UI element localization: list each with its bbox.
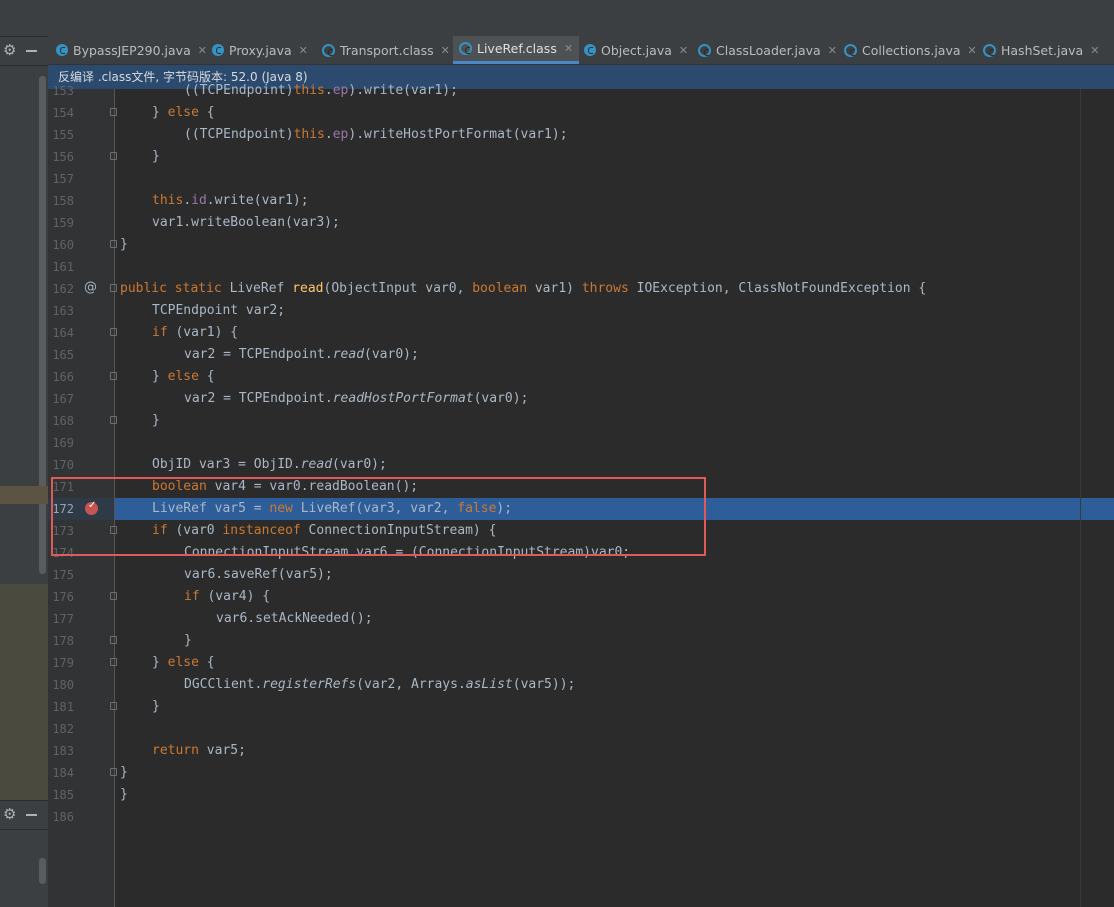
- tab-liveref[interactable]: LiveRef.class ✕: [453, 36, 580, 64]
- code-line[interactable]: 160}: [48, 234, 1114, 256]
- tab-classloader[interactable]: ClassLoader.java ✕: [698, 36, 837, 64]
- fold-marker-icon[interactable]: [110, 328, 117, 336]
- fold-marker-icon[interactable]: [110, 416, 117, 424]
- code-line[interactable]: 181}: [48, 696, 1114, 718]
- fold-marker-icon[interactable]: [110, 108, 117, 116]
- code-line[interactable]: 170 ObjID var3 = ObjID.read(var0);: [48, 454, 1114, 476]
- code-line[interactable]: 183 return var5;: [48, 740, 1114, 762]
- compiled-class-icon: [698, 43, 711, 57]
- code-line[interactable]: 159 var1.writeBoolean(var3);: [48, 212, 1114, 234]
- close-icon[interactable]: ✕: [679, 44, 688, 57]
- close-icon[interactable]: ✕: [441, 44, 450, 57]
- code-line[interactable]: 161: [48, 256, 1114, 278]
- code-line[interactable]: 177 var6.setAckNeeded();: [48, 608, 1114, 630]
- code-line[interactable]: 166} else {: [48, 366, 1114, 388]
- tab-hashset[interactable]: HashSet.java ✕: [983, 36, 1099, 64]
- structure-scrollbar[interactable]: [39, 858, 46, 884]
- compiled-class-icon: [844, 43, 857, 57]
- code-line[interactable]: 169: [48, 432, 1114, 454]
- fold-marker-icon[interactable]: [110, 284, 117, 292]
- close-icon[interactable]: ✕: [828, 44, 837, 57]
- project-tool-window-strip: [0, 36, 48, 907]
- tab-proxy[interactable]: Proxy.java ✕: [212, 36, 308, 64]
- selected-tree-row[interactable]: [0, 486, 48, 504]
- code-line[interactable]: 154} else {: [48, 102, 1114, 124]
- tab-object[interactable]: Object.java ✕: [584, 36, 688, 64]
- fold-marker-icon[interactable]: [110, 636, 117, 644]
- project-tool-header: ⚙: [0, 36, 48, 66]
- code-line[interactable]: 179} else {: [48, 652, 1114, 674]
- code-line[interactable]: 156}: [48, 146, 1114, 168]
- close-icon[interactable]: ✕: [198, 44, 207, 57]
- code-line[interactable]: 158 this.id.write(var1);: [48, 190, 1114, 212]
- code-line[interactable]: 164 if (var1) {: [48, 322, 1114, 344]
- code-line[interactable]: 185}: [48, 784, 1114, 806]
- hide-icon[interactable]: [26, 50, 37, 52]
- close-icon[interactable]: ✕: [1090, 44, 1099, 57]
- tab-transport[interactable]: Transport.class ✕: [322, 36, 450, 64]
- structure-tool-header: ⚙: [0, 800, 48, 830]
- close-icon[interactable]: ✕: [564, 42, 573, 55]
- compiled-class-icon: [983, 43, 996, 57]
- tab-collections[interactable]: Collections.java ✕: [844, 36, 977, 64]
- java-class-icon: [56, 44, 68, 56]
- code-line[interactable]: 157: [48, 168, 1114, 190]
- code-line[interactable]: 163 TCPEndpoint var2;: [48, 300, 1114, 322]
- annotation-highlight-box: [51, 477, 706, 556]
- override-marker-icon[interactable]: @: [84, 280, 97, 295]
- fold-marker-icon[interactable]: [110, 658, 117, 666]
- hide-icon[interactable]: [26, 814, 37, 816]
- code-line[interactable]: 165 var2 = TCPEndpoint.read(var0);: [48, 344, 1114, 366]
- code-line[interactable]: 176 if (var4) {: [48, 586, 1114, 608]
- editor-tab-bar: BypassJEP290.java ✕ Proxy.java ✕ Transport…: [48, 36, 1114, 65]
- code-line[interactable]: 178}: [48, 630, 1114, 652]
- fold-marker-icon[interactable]: [110, 152, 117, 160]
- compiled-class-icon: [459, 42, 472, 55]
- code-line[interactable]: 186: [48, 806, 1114, 828]
- code-line[interactable]: 155 ((TCPEndpoint)this.ep).writeHostPortF…: [48, 124, 1114, 146]
- close-icon[interactable]: ✕: [299, 44, 308, 57]
- java-class-icon: [584, 44, 596, 56]
- code-line[interactable]: 153 ((TCPEndpoint)this.ep).write(var1);: [48, 80, 1114, 102]
- structure-panel-area: [0, 584, 48, 800]
- fold-marker-icon[interactable]: [110, 592, 117, 600]
- fold-marker-icon[interactable]: [110, 702, 117, 710]
- gear-icon[interactable]: ⚙: [3, 805, 16, 823]
- fold-marker-icon[interactable]: [110, 372, 117, 380]
- code-line[interactable]: 175 var6.saveRef(var5);: [48, 564, 1114, 586]
- code-line[interactable]: 167 var2 = TCPEndpoint.readHostPortFormat…: [48, 388, 1114, 410]
- fold-marker-icon[interactable]: [110, 240, 117, 248]
- gear-icon[interactable]: ⚙: [3, 41, 16, 59]
- code-line[interactable]: 182: [48, 718, 1114, 740]
- code-line[interactable]: 168}: [48, 410, 1114, 432]
- fold-marker-icon[interactable]: [110, 768, 117, 776]
- code-line[interactable]: 180 DGCClient.registerRefs(var2, Arrays.a…: [48, 674, 1114, 696]
- compiled-class-icon: [322, 43, 335, 57]
- title-bar: [0, 0, 1114, 37]
- java-class-icon: [212, 44, 224, 56]
- code-line[interactable]: 162 public static LiveRef read(ObjectInpu…: [48, 278, 1114, 300]
- close-icon[interactable]: ✕: [968, 44, 977, 57]
- tab-bypassjep290[interactable]: BypassJEP290.java ✕: [56, 36, 207, 64]
- code-line[interactable]: 184}: [48, 762, 1114, 784]
